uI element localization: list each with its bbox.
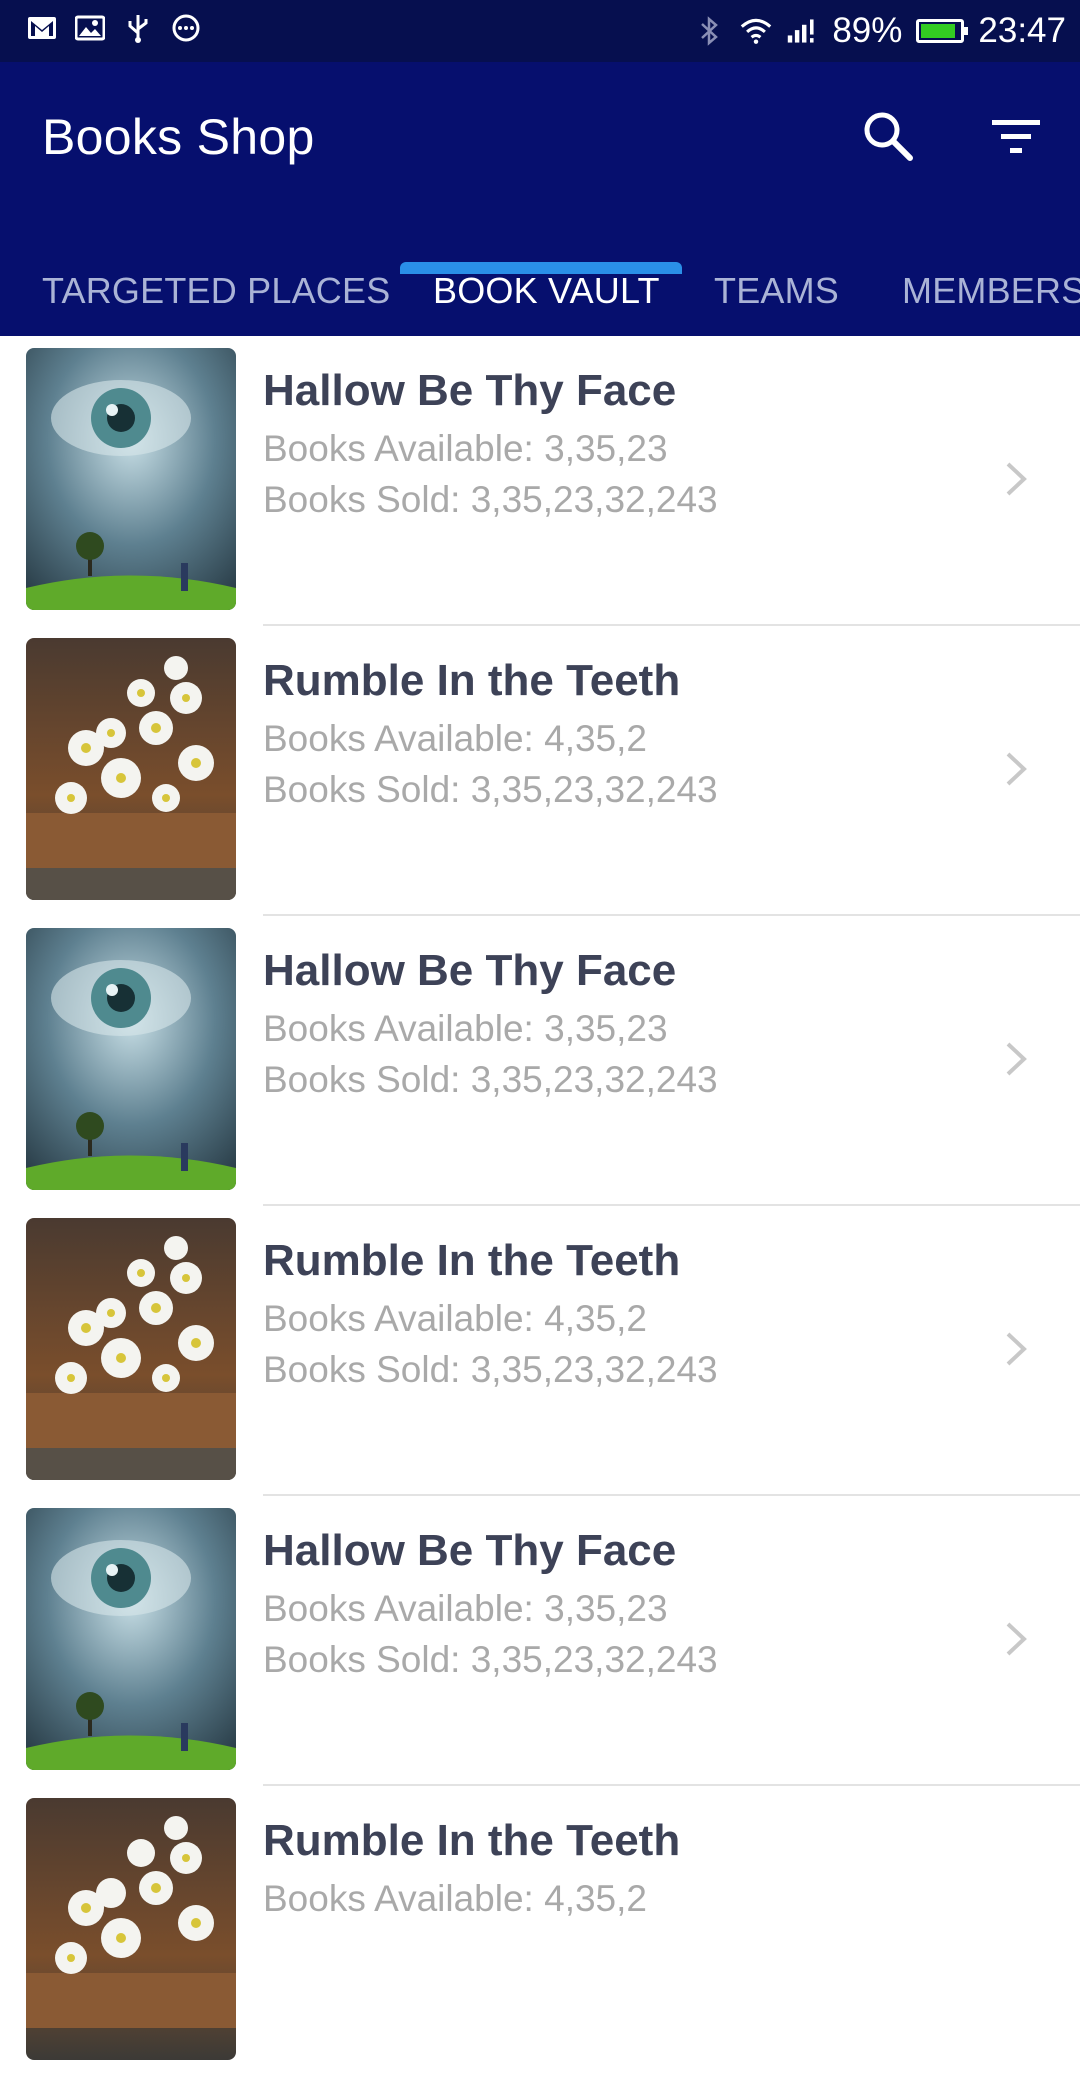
book-title: Rumble In the Teeth	[263, 1816, 681, 1865]
battery-percent: 89%	[832, 11, 903, 50]
status-bar: 89% 23:47	[0, 0, 1080, 62]
book-cover-flowers	[26, 1218, 236, 1480]
books-available: Books Available: 4,35,2	[263, 1298, 647, 1339]
filter-icon[interactable]	[984, 106, 1048, 166]
book-title: Rumble In the Teeth	[263, 656, 681, 705]
book-title: Hallow Be Thy Face	[263, 946, 677, 995]
gmail-icon	[26, 12, 58, 44]
books-sold: Books Sold: 3,35,23,32,243	[263, 1349, 718, 1390]
chevron-right-icon	[1000, 454, 1032, 504]
tab-indicator	[400, 262, 682, 274]
books-sold: Books Sold: 3,35,23,32,243	[263, 1639, 718, 1680]
image-icon	[74, 12, 106, 44]
tab-bar: TARGETED PLACES BOOK VAULT TEAMS MEMBERS	[0, 246, 1080, 336]
books-available: Books Available: 4,35,2	[263, 1878, 647, 1919]
clock: 23:47	[978, 11, 1066, 50]
books-available: Books Available: 3,35,23	[263, 1008, 668, 1049]
list-item[interactable]: Hallow Be Thy Face Books Available: 3,35…	[0, 916, 1080, 1206]
books-available: Books Available: 4,35,2	[263, 718, 647, 759]
search-icon[interactable]	[858, 106, 918, 166]
book-cover-flowers	[26, 638, 236, 900]
battery-icon	[916, 19, 969, 43]
list-item[interactable]: Rumble In the Teeth Books Available: 4,3…	[0, 1206, 1080, 1496]
wifi-icon	[740, 15, 772, 47]
tab-members[interactable]: MEMBERS	[902, 246, 1080, 336]
signal-icon	[786, 15, 818, 47]
books-sold: Books Sold: 3,35,23,32,243	[263, 479, 718, 520]
list-item[interactable]: Hallow Be Thy Face Books Available: 3,35…	[0, 1496, 1080, 1786]
books-available: Books Available: 3,35,23	[263, 1588, 668, 1629]
tab-targeted-places[interactable]: TARGETED PLACES	[42, 246, 390, 336]
books-available: Books Available: 3,35,23	[263, 428, 668, 469]
books-sold: Books Sold: 3,35,23,32,243	[263, 1059, 718, 1100]
book-title: Rumble In the Teeth	[263, 1236, 681, 1285]
book-title: Hallow Be Thy Face	[263, 1526, 677, 1575]
book-cover-eye	[26, 928, 236, 1190]
chevron-right-icon	[1000, 1034, 1032, 1084]
books-sold: Books Sold: 3,35,23,32,243	[263, 769, 718, 810]
bluetooth-icon	[694, 15, 726, 47]
chevron-right-icon	[1000, 744, 1032, 794]
usb-icon	[122, 12, 154, 44]
book-cover-eye	[26, 1508, 236, 1770]
app-title: Books Shop	[42, 109, 315, 165]
chevron-right-icon	[1000, 1324, 1032, 1374]
list-item[interactable]: Rumble In the Teeth Books Available: 4,3…	[0, 626, 1080, 916]
list-item[interactable]: Hallow Be Thy Face Books Available: 3,35…	[0, 336, 1080, 626]
list-item[interactable]: Rumble In the Teeth Books Available: 4,3…	[0, 1786, 1080, 2076]
chevron-right-icon	[1000, 1614, 1032, 1664]
tab-teams[interactable]: TEAMS	[714, 246, 839, 336]
app-bar: Books Shop TARGETED PLACES BOOK VAULT TE…	[0, 62, 1080, 336]
book-title: Hallow Be Thy Face	[263, 366, 677, 415]
tab-book-vault[interactable]: BOOK VAULT	[433, 246, 660, 336]
book-cover-eye	[26, 348, 236, 610]
book-cover-flowers	[26, 1798, 236, 2060]
book-list: Hallow Be Thy Face Books Available: 3,35…	[0, 336, 1080, 2076]
more-icon	[170, 12, 202, 44]
